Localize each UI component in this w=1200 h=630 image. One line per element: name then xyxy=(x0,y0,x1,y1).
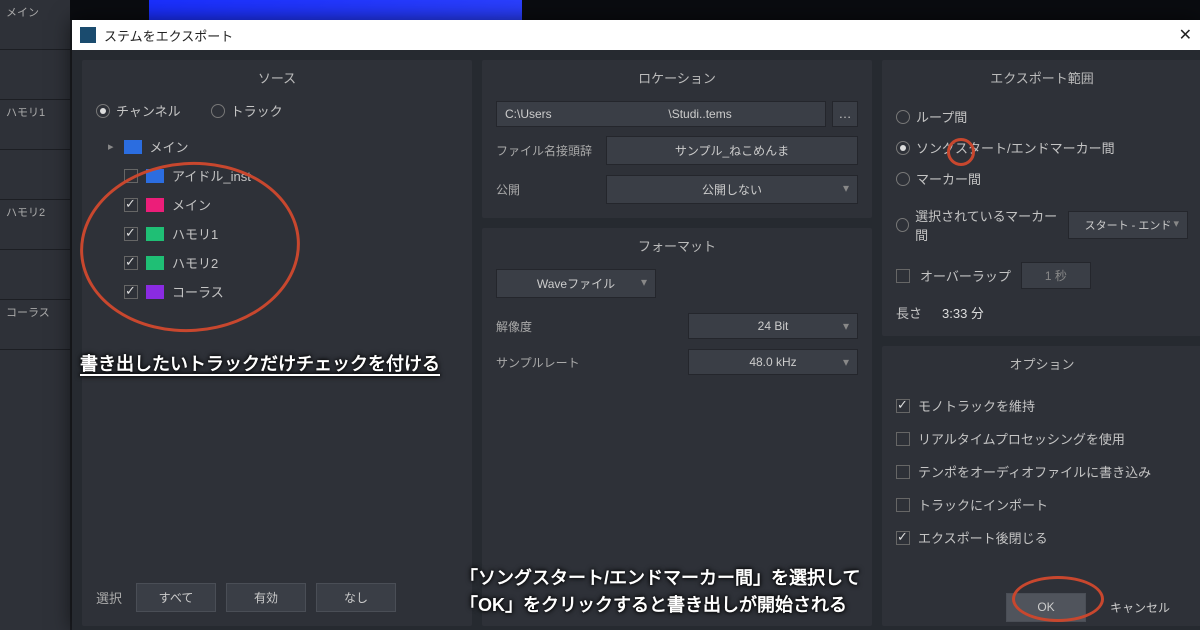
track-checkbox[interactable] xyxy=(124,256,138,270)
track-checkbox[interactable] xyxy=(124,285,138,299)
track-row[interactable]: アイドル_inst xyxy=(96,161,458,190)
track-color-swatch xyxy=(146,198,164,212)
select-label: 選択 xyxy=(96,588,122,607)
radio-dot-icon xyxy=(96,104,110,118)
track-row[interactable]: メイン xyxy=(96,190,458,219)
dialog-titlebar[interactable]: ステムをエクスポート ✕ xyxy=(72,20,1200,50)
background-track-panel: メイン ハモリ1 ハモリ2 コーラス xyxy=(0,0,70,630)
options-panel-title: オプション xyxy=(882,346,1200,383)
radio-track[interactable]: トラック xyxy=(211,101,283,120)
track-color-swatch xyxy=(146,227,164,241)
track-label: アイドル_inst xyxy=(172,166,251,185)
track-row[interactable]: ▸ メイン xyxy=(96,132,458,161)
opt-tempo-checkbox[interactable] xyxy=(896,465,910,479)
track-row[interactable]: ハモリ1 xyxy=(96,219,458,248)
expand-arrow-icon[interactable]: ▸ xyxy=(108,140,114,153)
ok-button[interactable]: OK xyxy=(1006,593,1086,622)
opt-mono-checkbox[interactable] xyxy=(896,399,910,413)
samplerate-label: サンプルレート xyxy=(496,354,606,371)
browse-button[interactable]: … xyxy=(832,101,858,127)
filetype-dropdown[interactable]: Waveファイル xyxy=(496,269,656,298)
resolution-label: 解像度 xyxy=(496,318,606,335)
annotation-text-checkboxes: 書き出したいトラックだけチェックを付ける xyxy=(80,350,440,376)
track-row[interactable]: ハモリ2 xyxy=(96,248,458,277)
samplerate-dropdown[interactable]: 48.0 kHz xyxy=(688,349,858,375)
track-color-swatch xyxy=(146,285,164,299)
select-all-button[interactable]: すべて xyxy=(136,583,216,612)
opt-mono-label: モノトラックを維持 xyxy=(918,396,1035,415)
opt-close-label: エクスポート後閉じる xyxy=(918,528,1048,547)
select-enabled-button[interactable]: 有効 xyxy=(226,583,306,612)
filename-prefix-input[interactable]: サンプル_ねこめんま xyxy=(606,136,858,165)
range-radio-loop[interactable]: ループ間 xyxy=(896,101,1188,132)
select-none-button[interactable]: なし xyxy=(316,583,396,612)
track-row[interactable]: コーラス xyxy=(96,277,458,306)
track-color-swatch xyxy=(124,140,142,154)
opt-import-checkbox[interactable] xyxy=(896,498,910,512)
location-panel-title: ロケーション xyxy=(482,60,872,97)
export-stems-dialog: ステムをエクスポート ✕ ソース チャンネル トラック xyxy=(72,20,1200,630)
track-label: コーラス xyxy=(172,282,224,301)
source-panel: ソース チャンネル トラック ▸ メイン xyxy=(82,60,472,626)
selected-marker-dropdown[interactable]: スタート - エンド xyxy=(1068,211,1188,239)
source-panel-title: ソース xyxy=(82,60,472,97)
export-range-title: エクスポート範囲 xyxy=(882,60,1200,97)
radio-dot-icon xyxy=(896,110,910,124)
cancel-button[interactable]: キャンセル xyxy=(1100,593,1180,622)
format-panel-title: フォーマット xyxy=(482,228,872,265)
close-icon[interactable]: ✕ xyxy=(1152,25,1192,45)
track-checkbox[interactable] xyxy=(124,227,138,241)
overlap-checkbox[interactable] xyxy=(896,269,910,283)
background-waveform xyxy=(70,0,1200,20)
publish-dropdown[interactable]: 公開しない xyxy=(606,175,858,204)
range-radio-song-markers[interactable]: ソングスタート/エンドマーカー間 xyxy=(896,132,1188,163)
overlap-value-input[interactable]: 1 秒 xyxy=(1021,262,1091,289)
overlap-label: オーバーラップ xyxy=(920,266,1011,285)
location-panel: ロケーション C:\Users \Studi..tems … ファイル名接頭辞 … xyxy=(482,60,872,218)
track-color-swatch xyxy=(146,256,164,270)
radio-dot-icon xyxy=(896,141,910,155)
track-list: ▸ メイン アイドル_inst メイン xyxy=(96,132,458,306)
track-label: メイン xyxy=(150,137,189,156)
export-path-field[interactable]: C:\Users \Studi..tems xyxy=(496,101,826,127)
track-checkbox[interactable] xyxy=(124,169,138,183)
range-radio-markers[interactable]: マーカー間 xyxy=(896,163,1188,194)
opt-realtime-label: リアルタイムプロセッシングを使用 xyxy=(918,429,1125,448)
export-range-panel: エクスポート範囲 ループ間 ソングスタート/エンドマーカー間 マーカー間 xyxy=(882,60,1200,336)
radio-channel[interactable]: チャンネル xyxy=(96,101,181,120)
track-color-swatch xyxy=(146,169,164,183)
radio-dot-icon xyxy=(896,172,910,186)
resolution-dropdown[interactable]: 24 Bit xyxy=(688,313,858,339)
publish-label: 公開 xyxy=(496,181,596,198)
opt-realtime-checkbox[interactable] xyxy=(896,432,910,446)
app-icon xyxy=(80,27,96,43)
track-checkbox[interactable] xyxy=(124,198,138,212)
opt-close-checkbox[interactable] xyxy=(896,531,910,545)
filename-prefix-label: ファイル名接頭辞 xyxy=(496,142,596,159)
track-label: メイン xyxy=(172,195,211,214)
opt-tempo-label: テンポをオーディオファイルに書き込み xyxy=(918,462,1151,481)
length-value: 3:33 分 xyxy=(942,303,984,322)
radio-dot-icon xyxy=(211,104,225,118)
opt-import-label: トラックにインポート xyxy=(918,495,1048,514)
options-panel: オプション モノトラックを維持 リアルタイムプロセッシングを使用 テンポをオーデ… xyxy=(882,346,1200,626)
radio-dot-icon xyxy=(896,218,909,232)
dialog-footer: OK キャンセル xyxy=(1006,593,1180,622)
annotation-text-ok: 「ソングスタート/エンドマーカー間」を選択して 「OK」をクリックすると書き出し… xyxy=(460,565,860,619)
length-label: 長さ xyxy=(896,303,922,322)
track-label: ハモリ2 xyxy=(172,253,218,272)
redacted-path-segment xyxy=(555,110,665,120)
track-label: ハモリ1 xyxy=(172,224,218,243)
range-radio-selected-markers[interactable]: 選択されているマーカー間 xyxy=(896,200,1058,250)
dialog-title: ステムをエクスポート xyxy=(104,26,1152,45)
